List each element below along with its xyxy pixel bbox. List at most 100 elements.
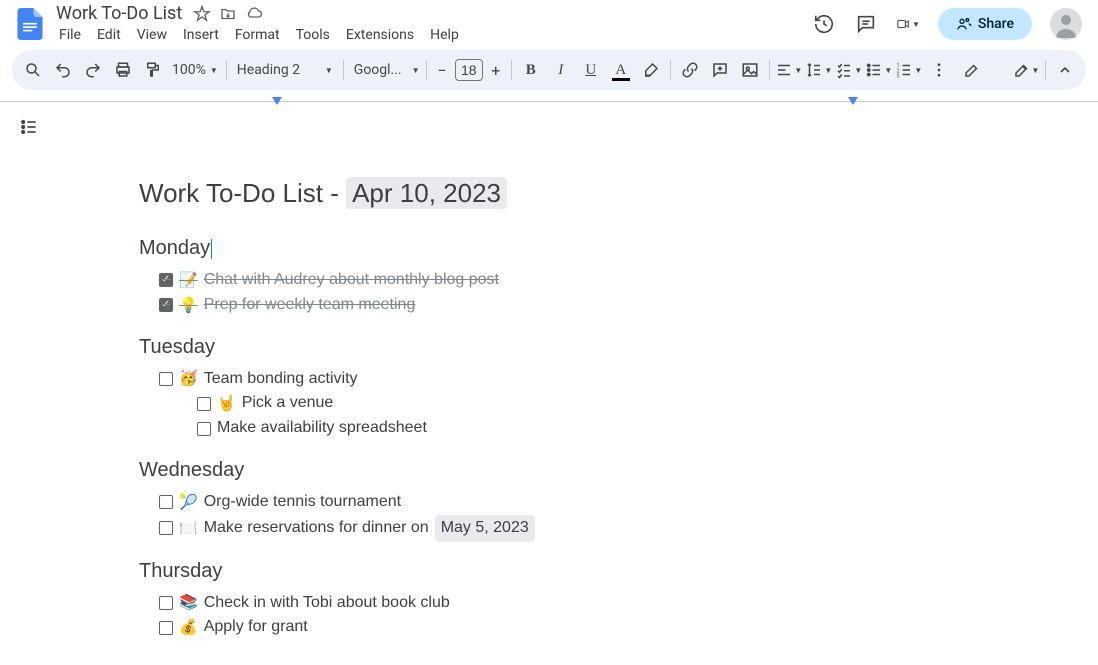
edit-pencil-button[interactable]: ▼	[1011, 55, 1041, 85]
separator	[511, 60, 512, 80]
separator	[1045, 60, 1046, 80]
checklist-item[interactable]: 📚Check in with Tobi about book club	[159, 591, 959, 616]
date-chip[interactable]: Apr 10, 2023	[346, 177, 507, 209]
checkbox[interactable]	[159, 521, 173, 535]
checkbox[interactable]	[159, 298, 173, 312]
checkbox[interactable]	[197, 397, 211, 411]
comments-icon[interactable]	[854, 12, 878, 36]
undo-icon[interactable]	[48, 55, 78, 85]
menu-help[interactable]: Help	[423, 25, 466, 45]
font-size-control: − +	[431, 59, 507, 81]
decrease-font-size-button[interactable]: −	[431, 59, 453, 81]
section-heading[interactable]: Tuesday	[139, 336, 959, 359]
font-size-input[interactable]	[455, 59, 483, 81]
ruler-indent-marker-left[interactable]	[272, 92, 282, 111]
text-color-button[interactable]: A	[606, 55, 636, 85]
item-text: Make availability spreadsheet	[217, 416, 427, 441]
section-heading[interactable]: Monday	[139, 237, 959, 260]
menu-extensions[interactable]: Extensions	[339, 25, 421, 45]
menu-format[interactable]: Format	[228, 25, 287, 45]
redo-icon[interactable]	[78, 55, 108, 85]
checkbox[interactable]	[159, 621, 173, 635]
ruler-indent-marker-right[interactable]	[848, 92, 858, 111]
item-text: Prep for weekly team meeting	[204, 293, 416, 318]
increase-font-size-button[interactable]: +	[485, 59, 507, 81]
menu-tools[interactable]: Tools	[289, 25, 337, 45]
item-emoji-icon: 🥳	[179, 367, 198, 390]
highlight-button[interactable]	[636, 55, 666, 85]
cloud-status-icon[interactable]	[244, 4, 264, 24]
checklist-item[interactable]: 💰Apply for grant	[159, 615, 959, 640]
bullet-list-button[interactable]: ▼	[864, 55, 894, 85]
editing-mode-button[interactable]	[957, 55, 987, 85]
checklist-item[interactable]: 🤘Pick a venue	[197, 391, 959, 416]
item-emoji-icon: 💡	[179, 294, 198, 317]
svg-text:3: 3	[897, 74, 900, 80]
avatar[interactable]	[1050, 8, 1082, 40]
print-icon[interactable]	[108, 55, 138, 85]
item-emoji-icon: 💰	[179, 616, 198, 639]
menu-edit[interactable]: Edit	[90, 25, 128, 45]
document-page[interactable]: Work To-Do List - Apr 10, 2023 Monday 📝Ch…	[139, 122, 959, 660]
checklist-item[interactable]: Make availability spreadsheet	[197, 416, 959, 441]
paint-format-icon[interactable]	[138, 55, 168, 85]
separator	[670, 60, 671, 80]
more-toolbar-button[interactable]	[924, 55, 954, 85]
item-text: Make reservations for dinner on	[204, 516, 429, 541]
insert-image-button[interactable]	[735, 55, 765, 85]
document-canvas[interactable]: Work To-Do List - Apr 10, 2023 Monday 📝Ch…	[0, 102, 1098, 660]
checkbox[interactable]	[197, 422, 211, 436]
line-spacing-button[interactable]: ▼	[804, 55, 834, 85]
checkbox[interactable]	[159, 273, 173, 287]
align-button[interactable]: ▼	[774, 55, 804, 85]
search-icon[interactable]	[18, 55, 48, 85]
font-select[interactable]: Googl...▼	[348, 62, 422, 78]
star-icon[interactable]	[192, 4, 212, 24]
menu-file[interactable]: File	[52, 25, 88, 45]
italic-button[interactable]: I	[546, 55, 576, 85]
add-comment-button[interactable]	[705, 55, 735, 85]
checklist-item[interactable]: 🎾Org-wide tennis tournament	[159, 490, 959, 515]
docs-logo-icon[interactable]	[12, 6, 48, 42]
checkbox[interactable]	[159, 596, 173, 610]
item-emoji-icon: 🎾	[179, 491, 198, 514]
checklist-item[interactable]: 🥳 Team bonding activity	[159, 367, 959, 392]
item-emoji-icon: 📚	[179, 591, 198, 614]
date-chip[interactable]: May 5, 2023	[435, 515, 535, 542]
history-icon[interactable]	[812, 12, 836, 36]
section-heading[interactable]: Wednesday	[139, 459, 959, 482]
outline-toggle-button[interactable]	[14, 112, 44, 142]
item-text: Pick a venue	[242, 391, 334, 416]
item-text: Chat with Audrey about monthly blog post	[204, 268, 499, 293]
collapse-toolbar-button[interactable]	[1050, 55, 1080, 85]
paragraph-style-select[interactable]: Heading 2▼	[231, 62, 339, 78]
zoom-select[interactable]: 100%▼	[168, 62, 222, 78]
checklist-item[interactable]: 🍽️ Make reservations for dinner on May 5,…	[159, 515, 959, 542]
menu-view[interactable]: View	[130, 25, 174, 45]
title-area: Work To-Do List FileEditViewInsertFormat…	[52, 3, 812, 45]
item-emoji-icon: 🍽️	[179, 517, 198, 540]
meet-button[interactable]: ▼	[896, 12, 920, 36]
separator	[769, 60, 770, 80]
checkbox[interactable]	[159, 495, 173, 509]
bold-button[interactable]: B	[516, 55, 546, 85]
move-icon[interactable]	[218, 4, 238, 24]
text-cursor	[211, 239, 212, 259]
menu-insert[interactable]: Insert	[176, 25, 226, 45]
separator	[343, 60, 344, 80]
share-icon	[956, 16, 972, 32]
checkbox[interactable]	[159, 372, 173, 386]
checklist-item[interactable]: 📝Chat with Audrey about monthly blog pos…	[159, 268, 959, 293]
section-heading[interactable]: Thursday	[139, 560, 959, 583]
checklist-item[interactable]: 💡 Prep for weekly team meeting	[159, 293, 959, 318]
numbered-list-button[interactable]: 123▼	[894, 55, 924, 85]
document-title-heading[interactable]: Work To-Do List - Apr 10, 2023	[139, 178, 959, 209]
share-button[interactable]: Share	[938, 8, 1032, 40]
underline-button[interactable]: U	[576, 55, 606, 85]
app-header: Work To-Do List FileEditViewInsertFormat…	[0, 0, 1098, 48]
checklist-button[interactable]: ▼	[834, 55, 864, 85]
item-text: Team bonding activity	[204, 367, 358, 392]
insert-link-button[interactable]	[675, 55, 705, 85]
ruler[interactable]	[0, 94, 1098, 102]
doc-title[interactable]: Work To-Do List	[52, 3, 186, 24]
